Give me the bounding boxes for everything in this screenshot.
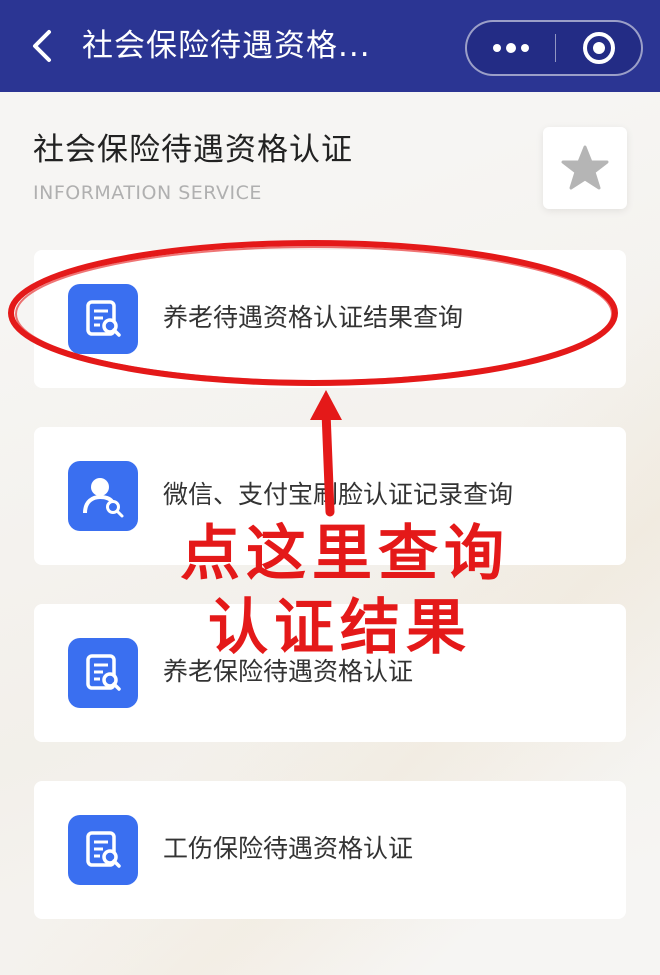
top-navigation-bar: 社会保险待遇资格... xyxy=(0,0,660,92)
annotation-text-line2: 认证结果 xyxy=(208,593,472,663)
service-card-pension-result-query[interactable]: 养老待遇资格认证结果查询 xyxy=(34,250,626,388)
service-card-work-injury-qualification[interactable]: 工伤保险待遇资格认证 xyxy=(34,781,626,919)
topbar-title: 社会保险待遇资格... xyxy=(82,28,371,64)
page-title: 社会保险待遇资格认证 xyxy=(33,132,353,168)
service-label: 工伤保险待遇资格认证 xyxy=(163,834,414,863)
document-search-icon xyxy=(68,815,138,885)
service-label: 养老待遇资格认证结果查询 xyxy=(163,303,464,332)
user-search-icon xyxy=(68,461,138,531)
annotation-text-line1: 点这里查询 xyxy=(180,519,510,589)
more-dots-icon xyxy=(493,43,529,53)
page-subtitle: INFORMATION SERVICE xyxy=(33,182,262,204)
star-icon xyxy=(561,145,609,190)
more-button[interactable] xyxy=(467,22,555,74)
target-circle-icon xyxy=(583,32,615,64)
chevron-left-icon xyxy=(33,30,51,62)
back-button[interactable] xyxy=(20,24,64,68)
document-search-icon xyxy=(68,638,138,708)
favorite-button[interactable] xyxy=(543,127,627,209)
service-label: 微信、支付宝刷脸认证记录查询 xyxy=(163,480,514,509)
document-search-icon xyxy=(68,284,138,354)
mini-program-capsule xyxy=(465,20,643,76)
close-button[interactable] xyxy=(556,22,642,74)
